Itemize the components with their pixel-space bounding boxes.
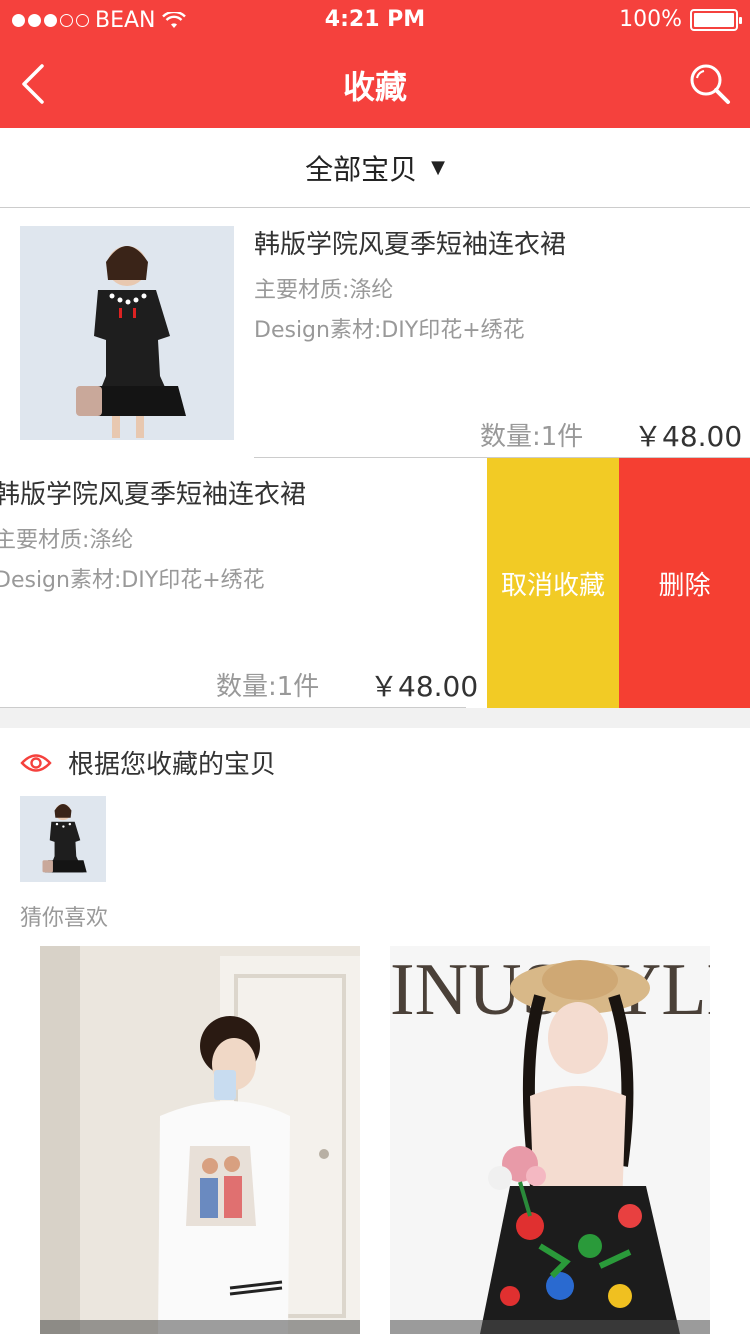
product-title: 韩版学院风夏季短袖连衣裙 [254,230,567,260]
filter-label: 全部宝贝 [305,152,418,186]
dropdown-caret-icon: ▼ [431,157,445,178]
header: BEAN 4:21 PM 100% 收藏 [0,0,750,128]
favorite-item-swiped[interactable]: 韩版学院风夏季短袖连衣裙 主要材质:涤纶 Design素材:DIY印花+绣花 数… [0,458,750,708]
favorited-thumbnail[interactable] [20,796,106,882]
status-bar: BEAN 4:21 PM 100% [0,0,750,40]
favorite-item[interactable]: 韩版学院风夏季短袖连衣裙 主要材质:涤纶 Design素材:DIY印花+绣花 数… [0,208,750,458]
product-photo: INUSTYLE [390,946,710,1334]
battery-label: 100% [619,7,682,32]
nav-bar: 收藏 [0,40,750,128]
recommend-heading: 根据您收藏的宝贝 [68,750,277,780]
section-divider [0,708,750,728]
dress-photo [20,796,106,882]
category-filter[interactable]: 全部宝贝 ▼ [0,128,750,208]
status-right: 100% [619,7,742,32]
product-price: ￥48.00 [370,670,479,703]
recommend-header: 根据您收藏的宝贝 [20,744,276,781]
product-material: 主要材质:涤纶 [0,528,134,553]
product-design: Design素材:DIY印花+绣花 [0,568,265,593]
cancel-favorite-button[interactable]: 取消收藏 [487,458,619,708]
dress-photo [20,226,234,440]
price-overlay [40,1320,360,1334]
guess-you-like-label: 猜你喜欢 [20,906,109,931]
product-quantity: 数量:1件 [480,422,584,452]
price-overlay [390,1320,710,1334]
product-design: Design素材:DIY印花+绣花 [254,318,525,343]
battery-icon [690,8,742,31]
product-material: 主要材质:涤纶 [254,278,394,303]
recommend-card[interactable] [40,946,360,1334]
search-icon[interactable] [688,62,732,106]
product-photo [40,946,360,1334]
product-quantity: 数量:1件 [216,672,320,702]
delete-button[interactable]: 删除 [619,458,750,708]
recommend-card[interactable]: INUSTYLE [390,946,710,1334]
eye-icon [20,753,52,772]
product-image [20,226,234,440]
product-title: 韩版学院风夏季短袖连衣裙 [0,480,307,510]
page-title: 收藏 [342,68,407,106]
product-price: ￥48.00 [634,420,743,453]
